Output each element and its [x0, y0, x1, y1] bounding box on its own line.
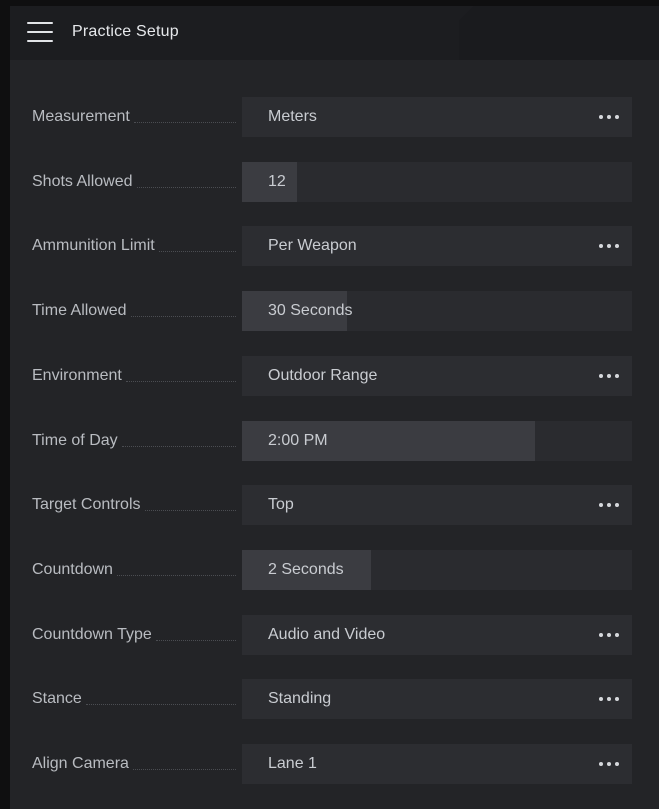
practice-setup-panel: Practice Setup Measurement Meters Shots Al… [10, 6, 659, 809]
setting-label-text: Ammunition Limit [32, 237, 155, 254]
dotted-leader [132, 768, 236, 770]
setting-label-text: Countdown [32, 561, 113, 578]
stance-select[interactable]: Standing [242, 679, 632, 719]
setting-value: Meters [268, 108, 317, 125]
setting-value: 12 [268, 173, 286, 190]
setting-row-time-allowed: Time Allowed 30 Seconds [10, 291, 659, 331]
align-camera-select[interactable]: Lane 1 [242, 744, 632, 784]
setting-row-ammunition-limit: Ammunition Limit Per Weapon [10, 226, 659, 266]
setting-value: Standing [268, 690, 332, 707]
header-corner-decoration [459, 6, 659, 60]
setting-row-align-camera: Align Camera Lane 1 [10, 744, 659, 784]
dotted-leader [136, 186, 236, 188]
setting-value: 30 Seconds [268, 302, 353, 319]
dotted-leader [144, 509, 236, 511]
setting-label-align-camera: Align Camera [32, 744, 242, 784]
target-controls-select[interactable]: Top [242, 485, 632, 525]
setting-row-environment: Environment Outdoor Range [10, 356, 659, 396]
setting-value: Audio and Video [268, 626, 386, 643]
hamburger-icon[interactable] [27, 22, 53, 42]
shots-allowed-slider[interactable]: 12 [242, 162, 632, 202]
setting-label-text: Align Camera [32, 755, 129, 772]
setting-value: Outdoor Range [268, 367, 378, 384]
setting-value: 2:00 PM [268, 432, 328, 449]
setting-label-time-allowed: Time Allowed [32, 291, 242, 331]
ammunition-limit-select[interactable]: Per Weapon [242, 226, 632, 266]
setting-label-measurement: Measurement [32, 97, 242, 137]
setting-value: Top [268, 496, 294, 513]
setting-label-text: Time of Day [32, 432, 118, 449]
dotted-leader [121, 445, 236, 447]
dotted-leader [130, 315, 236, 317]
ellipsis-icon[interactable] [599, 503, 619, 507]
setting-label-shots-allowed: Shots Allowed [32, 162, 242, 202]
setting-label-text: Shots Allowed [32, 173, 133, 190]
ellipsis-icon[interactable] [599, 115, 619, 119]
dotted-leader [125, 380, 236, 382]
setting-row-stance: Stance Standing [10, 679, 659, 719]
dotted-leader [133, 121, 236, 123]
ellipsis-icon[interactable] [599, 374, 619, 378]
setting-value: Lane 1 [268, 755, 317, 772]
dotted-leader [85, 703, 236, 705]
ellipsis-icon[interactable] [599, 633, 619, 637]
setting-value: Per Weapon [268, 237, 357, 254]
setting-row-measurement: Measurement Meters [10, 97, 659, 137]
setting-row-countdown: Countdown 2 Seconds [10, 550, 659, 590]
dotted-leader [158, 250, 236, 252]
ellipsis-icon[interactable] [599, 762, 619, 766]
setting-label-stance: Stance [32, 679, 242, 719]
setting-label-time-of-day: Time of Day [32, 421, 242, 461]
setting-label-text: Stance [32, 690, 82, 707]
setting-label-countdown: Countdown [32, 550, 242, 590]
dotted-leader [155, 639, 236, 641]
time-allowed-slider[interactable]: 30 Seconds [242, 291, 632, 331]
setting-row-time-of-day: Time of Day 2:00 PM [10, 421, 659, 461]
setting-label-text: Time Allowed [32, 302, 127, 319]
setting-label-ammunition-limit: Ammunition Limit [32, 226, 242, 266]
header-bar: Practice Setup [10, 6, 659, 60]
setting-label-text: Countdown Type [32, 626, 152, 643]
setting-value: 2 Seconds [268, 561, 344, 578]
time-of-day-slider[interactable]: 2:00 PM [242, 421, 632, 461]
setting-row-shots-allowed: Shots Allowed 12 [10, 162, 659, 202]
countdown-slider[interactable]: 2 Seconds [242, 550, 632, 590]
ellipsis-icon[interactable] [599, 697, 619, 701]
setting-label-countdown-type: Countdown Type [32, 615, 242, 655]
measurement-select[interactable]: Meters [242, 97, 632, 137]
countdown-type-select[interactable]: Audio and Video [242, 615, 632, 655]
setting-row-target-controls: Target Controls Top [10, 485, 659, 525]
page-title: Practice Setup [72, 23, 179, 40]
ellipsis-icon[interactable] [599, 244, 619, 248]
setting-label-environment: Environment [32, 356, 242, 396]
dotted-leader [116, 574, 236, 576]
environment-select[interactable]: Outdoor Range [242, 356, 632, 396]
setting-label-text: Measurement [32, 108, 130, 125]
setting-row-countdown-type: Countdown Type Audio and Video [10, 615, 659, 655]
setting-label-text: Target Controls [32, 496, 141, 513]
setting-label-target-controls: Target Controls [32, 485, 242, 525]
setting-label-text: Environment [32, 367, 122, 384]
